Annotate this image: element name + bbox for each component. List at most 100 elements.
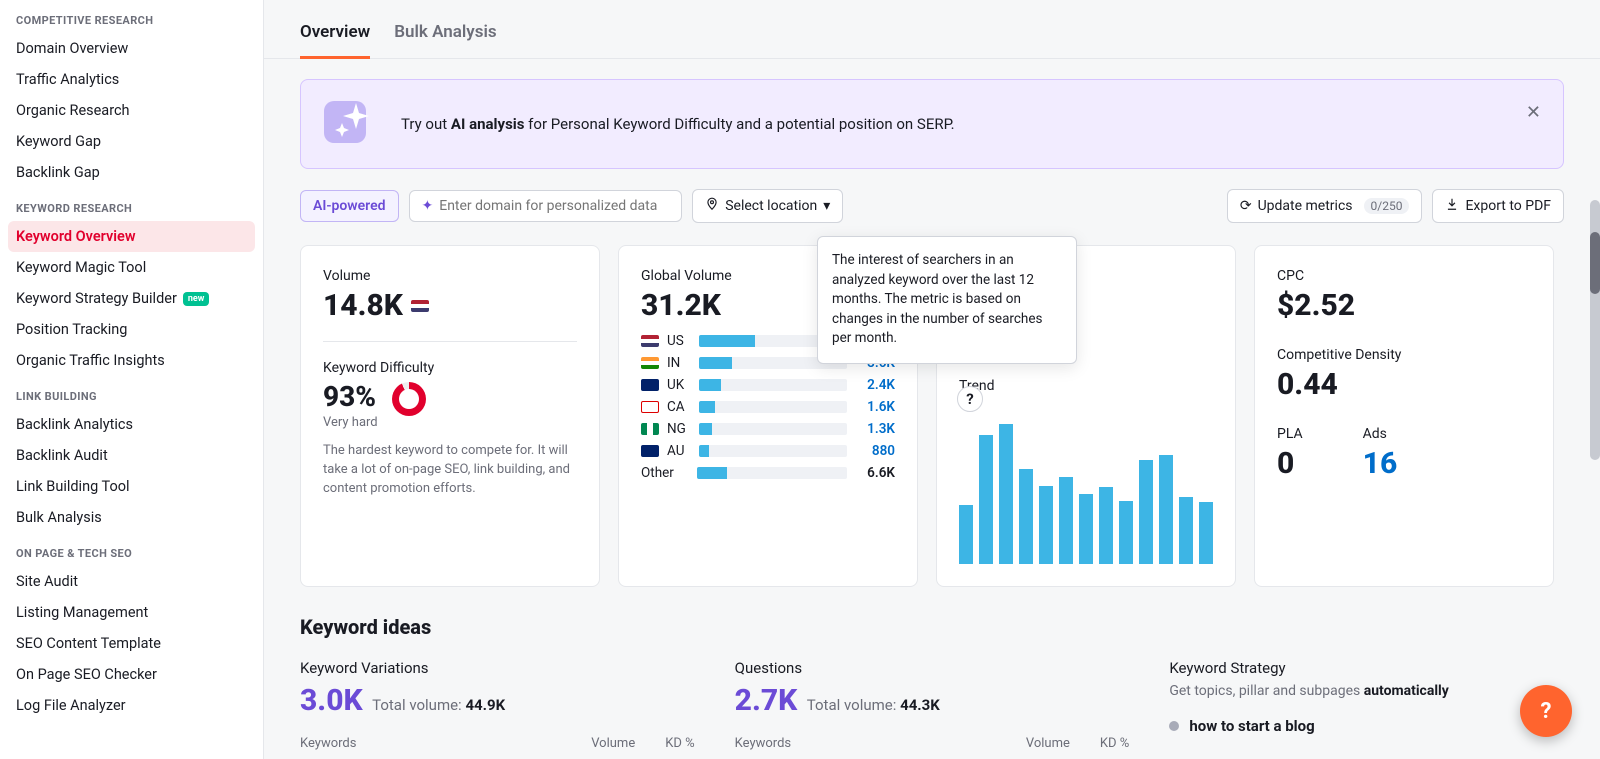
- gv-val: 1.3K: [855, 421, 895, 437]
- sidebar-item[interactable]: Traffic Analytics: [8, 64, 255, 95]
- trend-bar: [1139, 460, 1153, 564]
- export-label: Export to PDF: [1465, 198, 1551, 214]
- strategy-block: Keyword Strategy Get topics, pillar and …: [1169, 659, 1564, 757]
- gv-val: 6.6K: [855, 465, 895, 481]
- sidebar-item[interactable]: Listing Management: [8, 597, 255, 628]
- strategy-item[interactable]: how to start a blog: [1169, 711, 1564, 741]
- gv-cc: AU: [667, 443, 691, 459]
- sidebar-item[interactable]: Organic Research: [8, 95, 255, 126]
- trend-bar: [999, 424, 1013, 564]
- gv-row: NG1.3K: [641, 421, 895, 437]
- cpc-label: CPC: [1277, 268, 1531, 284]
- gv-cc: US: [667, 333, 691, 349]
- kd-level: Very hard: [323, 415, 378, 430]
- sidebar-item[interactable]: Backlink Analytics: [8, 409, 255, 440]
- flag-us-icon: [411, 300, 429, 312]
- sidebar-item[interactable]: Position Tracking: [8, 314, 255, 345]
- kd-label: Keyword Difficulty: [323, 360, 577, 376]
- sidebar-item[interactable]: Keyword Gap: [8, 126, 255, 157]
- trend-bar: [959, 505, 973, 564]
- cd-label: Competitive Density: [1277, 347, 1531, 363]
- gv-cc: CA: [667, 399, 691, 415]
- gv-val: 1.6K: [855, 399, 895, 415]
- sidebar-item[interactable]: SEO Content Template: [8, 628, 255, 659]
- main: Overview Bulk Analysis Try out AI analysi…: [264, 0, 1600, 759]
- location-label: Select location: [725, 198, 817, 214]
- trend-bar: [1019, 469, 1033, 564]
- sidebar-item[interactable]: Organic Traffic Insights: [8, 345, 255, 376]
- sidebar-item[interactable]: Keyword Overview: [8, 221, 255, 252]
- sidebar-item[interactable]: Log File Analyzer: [8, 690, 255, 721]
- chevron-down-icon: ▾: [823, 198, 830, 214]
- export-icon: [1445, 197, 1459, 215]
- scrollbar-thumb[interactable]: [1590, 232, 1600, 294]
- sidebar-item[interactable]: Keyword Magic Tool: [8, 252, 255, 283]
- questions-block: Questions 2.7K Total volume: 44.3K Keywo…: [735, 659, 1130, 757]
- tab[interactable]: Overview: [300, 14, 370, 59]
- gv-bar: [699, 423, 847, 435]
- help-fab[interactable]: ?: [1520, 685, 1572, 737]
- sidebar-item[interactable]: Domain Overview: [8, 33, 255, 64]
- update-count: 0/250: [1364, 198, 1410, 214]
- volume-label: Volume: [323, 268, 577, 284]
- gv-row: AU880: [641, 443, 895, 459]
- ads-value[interactable]: 16: [1363, 446, 1398, 481]
- banner-text: Try out AI analysis for Personal Keyword…: [401, 115, 1543, 133]
- sparkle-icon: ✦: [422, 198, 434, 214]
- sidebar-item[interactable]: Backlink Audit: [8, 440, 255, 471]
- sidebar-item[interactable]: Backlink Gap: [8, 157, 255, 188]
- sidebar-item[interactable]: Link Building Tool: [8, 471, 255, 502]
- trend-label: Trend: [959, 378, 1213, 394]
- variations-label: Keyword Variations: [300, 659, 695, 677]
- questions-value: 2.7K: [735, 683, 798, 718]
- trend-bar: [1179, 497, 1193, 564]
- scrollbar[interactable]: [1570, 200, 1600, 460]
- update-metrics-button[interactable]: ⟳ Update metrics 0/250: [1227, 189, 1423, 223]
- toolbar: AI-powered ✦ Select location ▾ ⟳ Update …: [300, 189, 1564, 223]
- location-select[interactable]: Select location ▾: [692, 189, 843, 223]
- new-badge: new: [183, 292, 210, 306]
- sidebar-header: LINK BUILDING: [8, 376, 255, 409]
- sidebar-item[interactable]: On Page SEO Checker: [8, 659, 255, 690]
- gv-cc: UK: [667, 377, 691, 393]
- flag-icon: [641, 423, 659, 435]
- gv-row-other: Other 6.6K: [641, 465, 895, 481]
- trend-bar: [1199, 502, 1213, 564]
- trend-bar: [1039, 486, 1053, 564]
- trend-chart: [959, 424, 1213, 564]
- kd-desc: The hardest keyword to compete for. It w…: [323, 442, 577, 499]
- keyword-ideas: Keyword Variations 3.0K Total volume: 44…: [300, 659, 1564, 757]
- gv-bar: [697, 467, 847, 479]
- sidebar-item[interactable]: Site Audit: [8, 566, 255, 597]
- close-icon[interactable]: ✕: [1522, 98, 1545, 127]
- bullet-icon: [1169, 721, 1179, 731]
- domain-input-wrapper[interactable]: ✦: [409, 190, 683, 222]
- ads-label: Ads: [1363, 426, 1398, 442]
- content: Try out AI analysis for Personal Keyword…: [264, 59, 1600, 759]
- cpc-value: $2.52: [1277, 288, 1531, 323]
- domain-input[interactable]: [439, 198, 669, 214]
- gv-other-label: Other: [641, 465, 689, 481]
- flag-icon: [641, 445, 659, 457]
- sidebar-header: COMPETITIVE RESEARCH: [8, 0, 255, 33]
- variations-value: 3.0K: [300, 683, 363, 718]
- tab[interactable]: Bulk Analysis: [394, 14, 496, 58]
- export-pdf-button[interactable]: Export to PDF: [1432, 189, 1564, 223]
- trend-bar: [1059, 477, 1073, 564]
- pla-value: 0: [1277, 446, 1303, 481]
- flag-icon: [641, 401, 659, 413]
- kd-ring-icon: [392, 382, 426, 416]
- sidebar-item[interactable]: Keyword Strategy Buildernew: [8, 283, 255, 314]
- tabs: Overview Bulk Analysis: [264, 0, 1600, 59]
- ai-powered-badge: AI-powered: [300, 190, 399, 222]
- sidebar-header: ON PAGE & TECH SEO: [8, 533, 255, 566]
- strategy-label: Keyword Strategy: [1169, 659, 1564, 677]
- volume-card: Volume 14.8K Keyword Difficulty 93% Very…: [300, 245, 600, 587]
- kd-value: 93%: [323, 380, 378, 413]
- gv-bar: [699, 401, 847, 413]
- update-label: Update metrics: [1258, 198, 1353, 214]
- sparkle-icon: [321, 94, 381, 154]
- sidebar-item[interactable]: Bulk Analysis: [8, 502, 255, 533]
- variations-block: Keyword Variations 3.0K Total volume: 44…: [300, 659, 695, 757]
- help-icon[interactable]: ?: [957, 386, 983, 412]
